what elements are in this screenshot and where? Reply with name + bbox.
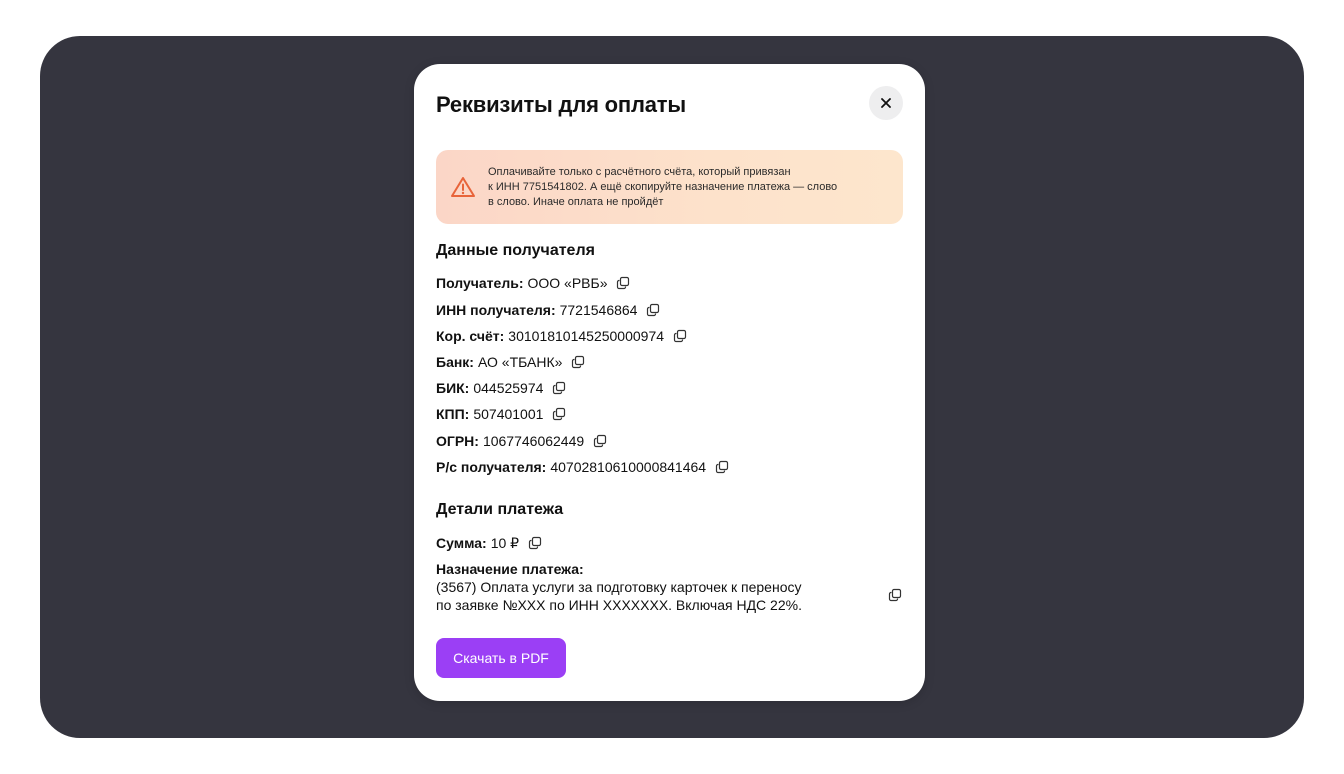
field-label: ИНН получателя: <box>436 302 556 318</box>
recipient-name-row: Получатель: ООО «РВБ» <box>436 274 630 292</box>
field-label: Сумма: <box>436 535 487 551</box>
field-value: АО «ТБАНК» <box>477 354 563 370</box>
field-label: Кор. счёт: <box>436 328 505 344</box>
amount-row: Сумма: 10 ₽ <box>436 534 542 552</box>
download-pdf-button[interactable]: Скачать в PDF <box>436 638 566 678</box>
corr-account-row: Кор. счёт: 30101810145250000974 <box>436 327 687 345</box>
payment-section-title: Детали платежа <box>436 501 564 518</box>
copy-icon[interactable] <box>673 329 687 343</box>
copy-icon[interactable] <box>571 355 585 369</box>
field-label: БИК: <box>436 380 470 396</box>
purpose-line: по заявке №XXX по ИНН XXXXXXX. Включая Н… <box>436 597 802 613</box>
alert-line: к ИНН 7751541802. А ещё скопируйте назна… <box>488 181 838 193</box>
field-label: Получатель: <box>436 275 524 291</box>
warning-icon <box>451 177 475 197</box>
field-value: 507401001 <box>473 406 544 422</box>
modal-title: Реквизиты для оплаты <box>436 92 686 117</box>
recipient-inn-row: ИНН получателя: 7721546864 <box>436 301 660 319</box>
kpp-row: КПП: 507401001 <box>436 405 566 423</box>
recipient-section-title: Данные получателя <box>436 242 595 259</box>
field-value: 40702810610000841464 <box>550 459 707 475</box>
field-label: Банк: <box>436 354 474 370</box>
alert-line: Оплачивайте только с расчётного счёта, к… <box>488 166 791 178</box>
field-value: 044525974 <box>473 380 544 396</box>
copy-icon[interactable] <box>552 407 566 421</box>
purpose-label: Назначение платежа: <box>436 561 584 577</box>
settlement-account-row: Р/с получателя: 40702810610000841464 <box>436 458 729 476</box>
ogrn-row: ОГРН: 1067746062449 <box>436 432 607 450</box>
field-value: 30101810145250000974 <box>508 328 665 344</box>
field-value: ООО «РВБ» <box>527 275 608 291</box>
field-value: 1067746062449 <box>482 433 585 449</box>
payment-details-modal: Реквизиты для оплаты Оплачивайте только … <box>414 64 925 701</box>
field-label: Р/с получателя: <box>436 459 547 475</box>
field-value: 7721546864 <box>559 302 638 318</box>
purpose-line: (3567) Оплата услуги за подготовку карто… <box>436 579 802 595</box>
copy-icon[interactable] <box>528 536 542 550</box>
copy-icon[interactable] <box>552 381 566 395</box>
field-value: 10 ₽ <box>490 535 520 551</box>
copy-icon[interactable] <box>646 303 660 317</box>
copy-icon[interactable] <box>593 434 607 448</box>
bik-row: БИК: 044525974 <box>436 379 566 397</box>
bank-row: Банк: АО «ТБАНК» <box>436 353 585 371</box>
close-button[interactable] <box>869 86 903 120</box>
alert-line: в слово. Иначе оплата не пройдёт <box>488 196 664 208</box>
field-label: ОГРН: <box>436 433 479 449</box>
purpose-text: (3567) Оплата услуги за подготовку карто… <box>436 578 866 614</box>
copy-icon[interactable] <box>616 276 630 290</box>
copy-icon[interactable] <box>888 588 902 602</box>
warning-alert: Оплачивайте только с расчётного счёта, к… <box>436 150 903 224</box>
alert-text: Оплачивайте только с расчётного счёта, к… <box>488 165 893 210</box>
copy-icon[interactable] <box>715 460 729 474</box>
close-icon <box>881 98 891 108</box>
field-label: КПП: <box>436 406 470 422</box>
